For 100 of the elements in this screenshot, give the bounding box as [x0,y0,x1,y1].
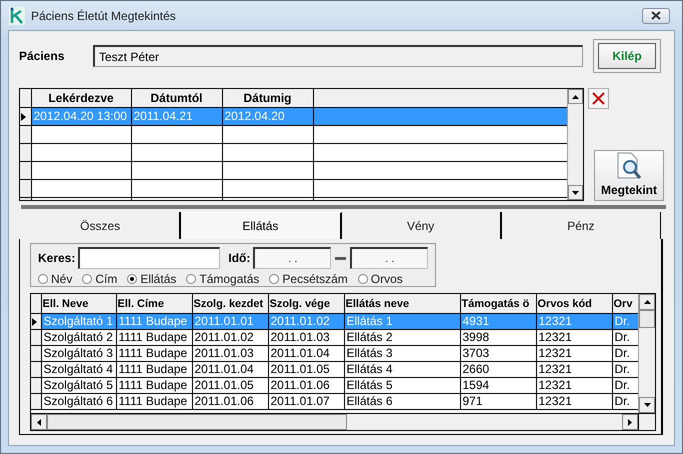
scroll-thumb[interactable] [47,414,347,430]
table-cell: Szolgáltató 1 [41,314,116,330]
tab[interactable]: Vény [342,212,502,239]
time-label: Idő: [228,251,250,265]
radio-button[interactable] [38,274,48,284]
scroll-right-button[interactable] [622,414,638,430]
table-cell: Szolgáltató 2 [41,330,116,346]
table-cell: 2011.01.06 [192,394,268,410]
table-cell: 12321 [536,394,612,410]
table-cell: 2011.01.01 [192,314,268,330]
close-icon [651,11,661,20]
table-cell: 12321 [536,378,612,394]
table-cell: 2011.01.03 [268,330,344,346]
column-header[interactable]: Lekérdezve [31,89,131,108]
delete-button[interactable] [588,88,609,109]
table-cell: 12321 [536,330,612,346]
scroll-down-button[interactable] [639,397,655,413]
table-cell: Ellátás 1 [344,314,460,330]
table-cell: 2011.01.04 [268,346,344,362]
scroll-down-button[interactable] [568,185,583,200]
view-button[interactable]: Megtekint [594,150,664,201]
table-cell: Ellátás 3 [344,346,460,362]
table-cell: Dr. [612,314,638,330]
radio-button[interactable] [127,274,138,284]
column-header[interactable]: Orvos kód [536,294,612,314]
radio-button[interactable] [186,274,196,284]
column-header[interactable]: Ell. Címe [116,294,192,314]
scroll-thumb[interactable] [639,310,655,328]
window-title: Páciens Életút Megtekintés [31,8,177,22]
arrow-down-icon [642,402,652,408]
scroll-up-button[interactable] [568,89,583,104]
radio-label: Támogatás [199,272,260,286]
close-button[interactable] [642,8,670,24]
table-cell: Szolgáltató 6 [41,394,116,410]
table-cell: 1111 Budape [116,394,192,410]
table-cell: 2011.01.06 [268,378,344,394]
date-to-field[interactable]: . . [350,247,428,269]
table-cell: Dr. [612,394,638,410]
vertical-scrollbar[interactable] [567,89,583,200]
patient-label: Páciens [19,49,66,63]
column-header[interactable]: Szolg. vége [268,294,344,314]
table-cell: 2011.01.05 [192,378,268,394]
arrow-down-icon [571,190,580,196]
magnifier-document-icon [616,152,642,182]
table-cell: Ellátás 6 [344,394,460,410]
scroll-left-button[interactable] [31,414,47,430]
arrow-up-icon [642,299,652,305]
radio-button[interactable] [358,274,368,284]
arrow-up-icon [571,94,580,100]
patient-field[interactable]: Teszt Péter [93,45,583,67]
radio-label: Ellátás [140,272,176,286]
data-grid[interactable] [31,294,638,410]
column-header[interactable]: Orv [612,294,638,314]
date-from-field[interactable]: . . [253,247,332,269]
table-cell: 2011.01.05 [268,362,344,378]
table-cell: Dr. [612,362,638,378]
table-cell: 1111 Budape [116,378,192,394]
exit-button[interactable]: Kilép [598,43,656,69]
column-header[interactable]: Ellátás neve [344,294,460,314]
table-cell: 12321 [536,362,612,378]
arrow-left-icon [36,418,42,426]
table-cell: Ellátás 4 [344,362,460,378]
table-cell: 12321 [536,314,612,330]
table-cell: 2011.01.02 [268,314,344,330]
table-cell: Dr. [612,378,638,394]
app-logo-icon [9,6,25,24]
column-header[interactable]: Szolg. kezdet [192,294,268,314]
radio-label: Orvos [370,272,403,286]
table-cell: Dr. [612,330,638,346]
table-cell: 2011.01.03 [192,346,268,362]
table-cell: 2012.04.20 [222,108,313,126]
table-cell: Dr. [612,346,638,362]
horizontal-scrollbar[interactable] [31,413,638,430]
table-cell: 1111 Budape [116,346,192,362]
column-header[interactable]: Dátumig [222,89,313,108]
table-cell: Szolgáltató 3 [41,346,116,362]
radio-button[interactable] [269,274,280,284]
table-cell: 1111 Budape [116,330,192,346]
table-cell: Szolgáltató 5 [41,378,116,394]
table-cell: 2660 [460,362,536,378]
scroll-up-button[interactable] [639,294,655,310]
radio-button[interactable] [82,274,92,284]
column-header[interactable]: Támogatás ö [460,294,536,314]
table-cell: 2012.04.20 13:00 [31,108,131,126]
radio-label: Pecsétszám [282,272,348,286]
search-label: Keres: [38,251,76,265]
table-cell: 4931 [460,314,536,330]
column-header[interactable]: Dátumtól [131,89,222,108]
column-header[interactable]: Ell. Neve [41,294,116,314]
table-cell: 2011.01.04 [192,362,268,378]
table-cell: 2011.01.02 [192,330,268,346]
table-cell: Ellátás 5 [344,378,460,394]
table-cell: 12321 [536,346,612,362]
table-cell: 971 [460,394,536,410]
radio-label: Cím [95,272,118,286]
tab[interactable]: Ellátás [181,212,342,239]
vertical-scrollbar[interactable] [638,294,655,413]
table-cell: Szolgáltató 4 [41,362,116,378]
table-cell: 2011.01.07 [268,394,344,410]
search-field[interactable] [78,247,220,269]
